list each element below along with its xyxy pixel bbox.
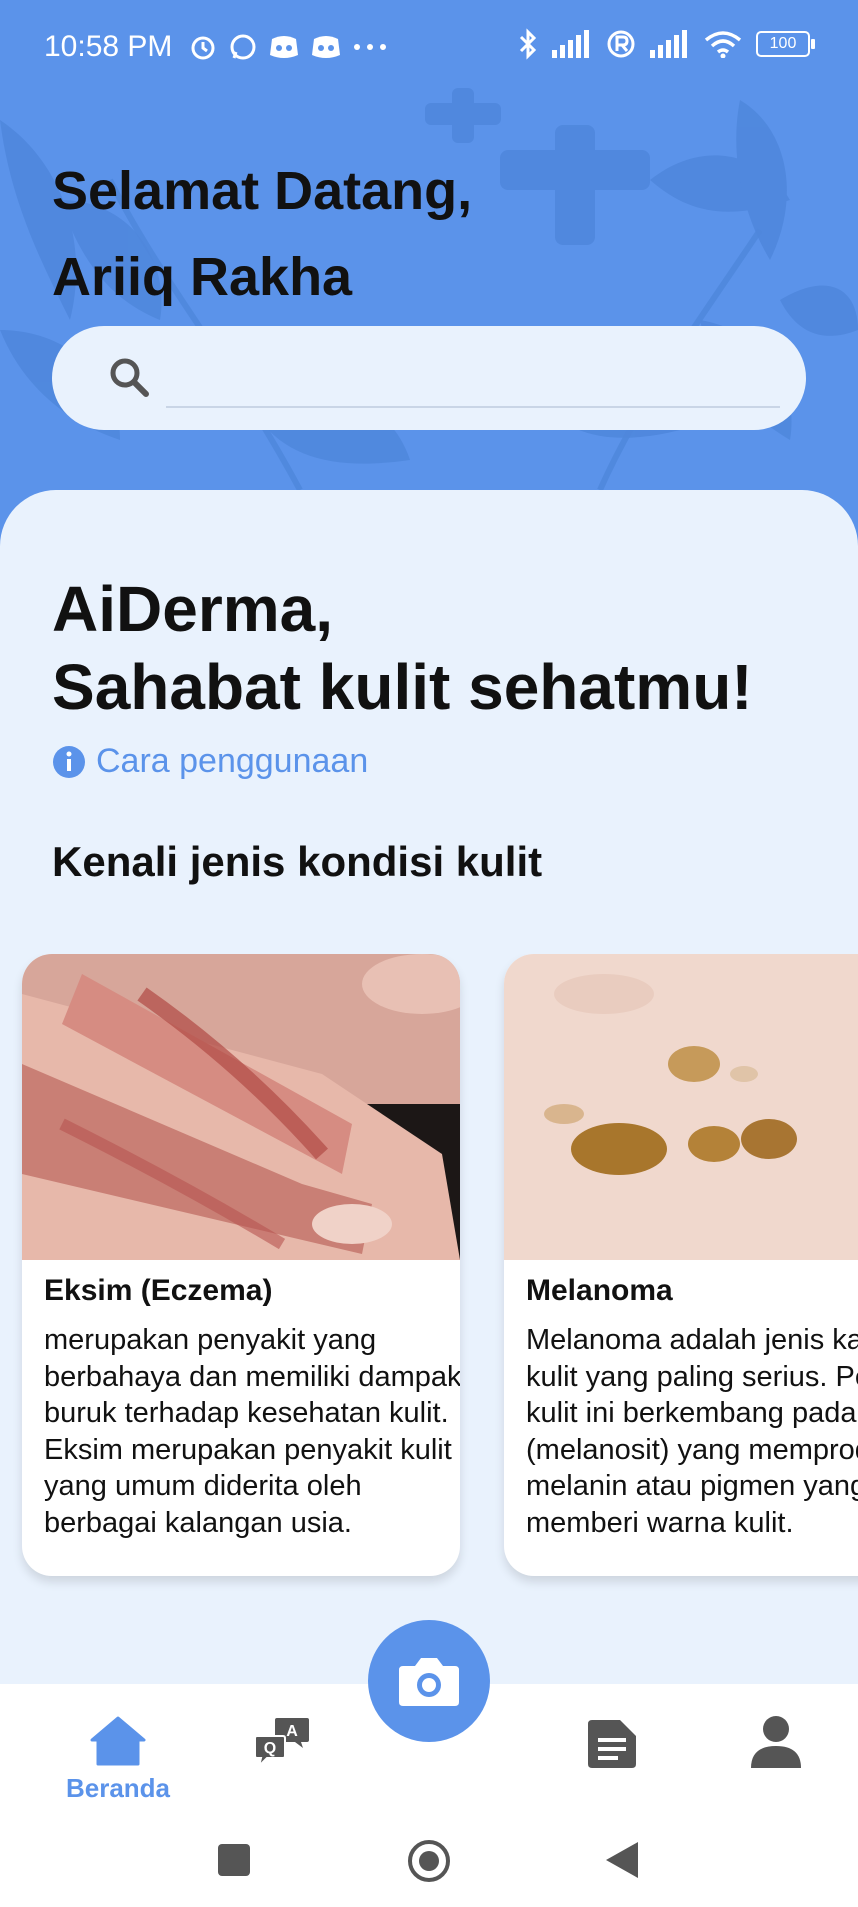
search-bar[interactable] bbox=[52, 326, 806, 430]
more-notifications-icon bbox=[354, 44, 387, 50]
camera-icon bbox=[399, 1658, 459, 1706]
battery-indicator: 100 bbox=[756, 31, 815, 57]
card-description: Melanoma adalah jenis kanker kulit yang … bbox=[526, 1324, 858, 1539]
nav-label-home: Beranda bbox=[65, 1773, 171, 1803]
roaming-icon bbox=[607, 30, 635, 58]
welcome-heading: Selamat Datang, Ariiq Rakha bbox=[52, 148, 472, 320]
home-icon bbox=[90, 1716, 146, 1766]
card-title: Eksim (Eczema) bbox=[44, 1274, 273, 1307]
signal-icon bbox=[552, 30, 589, 58]
hero-title: AiDerma, Sahabat kulit sehatmu! bbox=[52, 570, 753, 726]
alarm-icon bbox=[191, 36, 215, 60]
discord-icon bbox=[270, 36, 299, 58]
nav-item-profile[interactable] bbox=[748, 1714, 804, 1775]
whatsapp-icon bbox=[230, 34, 256, 60]
discord-icon bbox=[312, 36, 341, 58]
melanoma-image bbox=[504, 954, 858, 1260]
status-bar: 10:58 PM 100 bbox=[0, 0, 858, 96]
nav-item-history[interactable] bbox=[584, 1718, 640, 1775]
hero-line-2: Sahabat kulit sehatmu! bbox=[52, 651, 753, 723]
condition-card-melanoma[interactable]: Melanoma Melanoma adalah jenis kanker ku… bbox=[504, 954, 858, 1576]
info-icon bbox=[53, 745, 85, 778]
camera-button[interactable] bbox=[368, 1620, 490, 1742]
recents-icon[interactable] bbox=[216, 1842, 252, 1878]
greeting-text: Selamat Datang, bbox=[52, 161, 473, 221]
card-description: merupakan penyakit yang berbahaya dan me… bbox=[44, 1324, 460, 1539]
section-title: Kenali jenis kondisi kulit bbox=[52, 838, 543, 885]
card-title: Melanoma bbox=[526, 1274, 673, 1307]
wifi-icon bbox=[704, 31, 742, 58]
nav-item-qa[interactable]: A Q bbox=[252, 1716, 312, 1775]
search-input[interactable] bbox=[166, 344, 780, 408]
header-banner: 10:58 PM 100 Selamat Datang, Ariiq Rakha bbox=[0, 0, 858, 560]
profile-icon bbox=[751, 1716, 801, 1768]
status-time: 10:58 PM bbox=[44, 30, 173, 63]
document-icon bbox=[588, 1720, 636, 1768]
home-circle-icon[interactable] bbox=[406, 1838, 452, 1884]
signal-icon bbox=[650, 30, 687, 58]
search-icon[interactable] bbox=[108, 356, 152, 400]
back-icon[interactable] bbox=[604, 1840, 640, 1880]
bluetooth-icon bbox=[519, 28, 537, 60]
nav-item-home[interactable]: Beranda bbox=[60, 1716, 176, 1804]
howto-link[interactable]: Cara penggunaan bbox=[52, 742, 368, 781]
howto-label[interactable]: Cara penggunaan bbox=[96, 742, 368, 781]
main-content: AiDerma, Sahabat kulit sehatmu! Cara pen… bbox=[0, 490, 858, 1690]
system-navigation-bar bbox=[0, 1814, 858, 1907]
condition-card-eczema[interactable]: Eksim (Eczema) merupakan penyakit yang b… bbox=[22, 954, 460, 1576]
eczema-image bbox=[22, 954, 460, 1260]
username-text: Ariiq Rakha bbox=[52, 247, 353, 307]
svg-text:Q: Q bbox=[264, 1740, 276, 1757]
qa-chat-icon: A Q bbox=[254, 1718, 309, 1770]
hero-line-1: AiDerma, bbox=[52, 573, 333, 645]
svg-text:A: A bbox=[286, 1723, 298, 1740]
condition-carousel[interactable]: Eksim (Eczema) merupakan penyakit yang b… bbox=[0, 954, 858, 1594]
